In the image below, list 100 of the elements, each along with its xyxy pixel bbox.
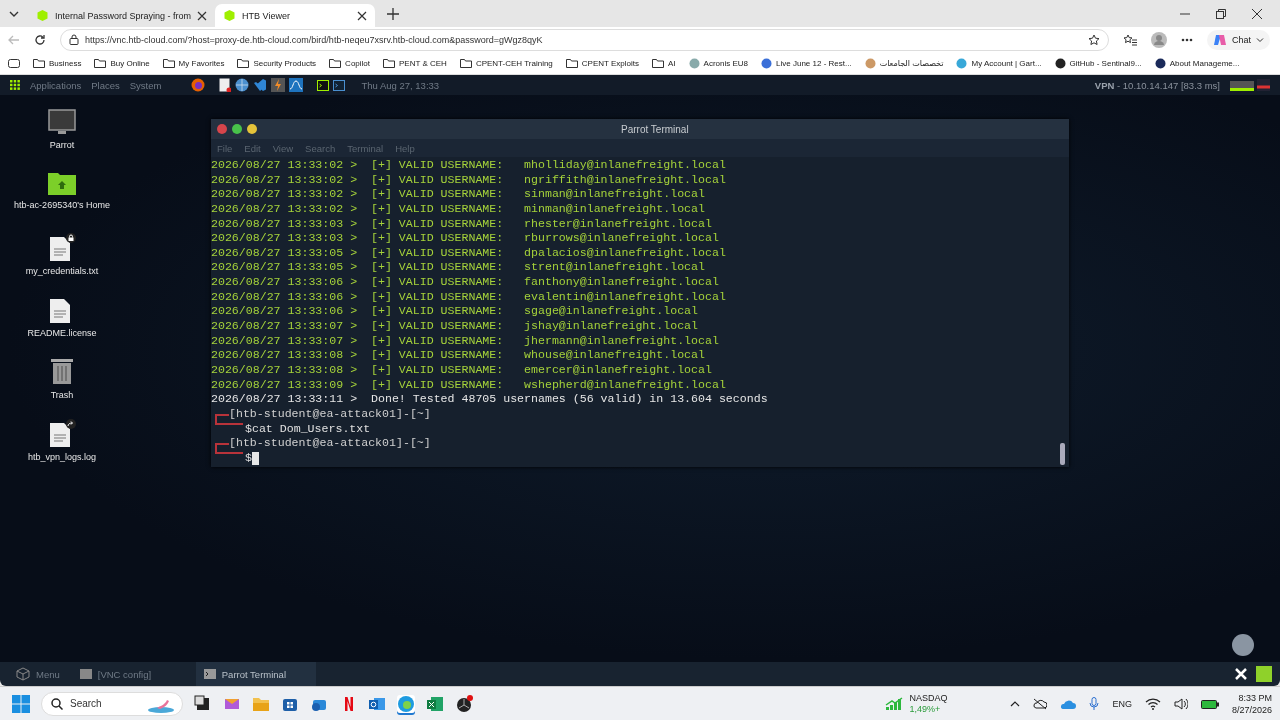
bookmark[interactable]: Security Products xyxy=(237,58,317,68)
terminal-line: 2026/08/27 13:33:08 > [+] VALID USERNAME: whouse@inlanefreight.local xyxy=(211,348,705,363)
panel-clock: Thu Aug 27, 13:33 xyxy=(361,79,440,91)
folder-icon xyxy=(652,58,664,68)
terminal-line: 2026/08/27 13:33:02 > [+] VALID USERNAME: ngriffith@inlanefreight.local xyxy=(211,172,726,188)
taskbar-window-button[interactable]: [VNC config] xyxy=(71,662,192,686)
console-icon[interactable] xyxy=(333,79,346,91)
bookmark[interactable]: Buy Online xyxy=(94,58,150,68)
desktop-icon-label[interactable]: my_credentials.txt xyxy=(25,265,99,277)
home-folder-icon[interactable] xyxy=(48,171,76,195)
monitor-icon[interactable] xyxy=(48,109,76,135)
close-icon[interactable] xyxy=(1252,8,1262,19)
cube-icon xyxy=(223,9,237,22)
cube-icon xyxy=(16,667,30,681)
desktop-icon-label[interactable]: Trash xyxy=(50,389,74,401)
terminal-line: 2026/08/27 13:33:07 > [+] VALID USERNAME: jshay@inlanefreight.local xyxy=(211,319,699,334)
bookmark-icon xyxy=(761,57,773,69)
desktop-icon-label[interactable]: htb_vpn_logs.log xyxy=(27,451,97,463)
scrollbar-thumb[interactable] xyxy=(1060,443,1065,465)
minimize-button[interactable] xyxy=(247,124,257,134)
speaker-icon[interactable] xyxy=(1173,697,1188,710)
favorites-icon[interactable] xyxy=(1123,33,1137,46)
linked-file-icon[interactable] xyxy=(48,419,76,447)
browser-tab[interactable]: Internal Password Spraying - from xyxy=(28,4,216,27)
windows-start-icon[interactable] xyxy=(12,694,30,713)
panel-menu-button[interactable]: Menu xyxy=(8,662,68,686)
app-grid-icon[interactable] xyxy=(10,80,20,90)
bookmark[interactable]: Copilot xyxy=(329,58,370,68)
address-field[interactable]: https://vnc.htb-cloud.com/?host=proxy-de.htb-cloud.com/bird/htb-neqeu7xsrv.htb-cloud.com&password=gWgz8qyK xyxy=(60,28,1109,51)
terminal-line: 2026/08/27 13:33:02 > [+] VALID USERNAME: minman@inlanefreight.local xyxy=(211,201,705,217)
panel-toggle-button[interactable] xyxy=(1256,666,1272,682)
trash-icon[interactable] xyxy=(50,357,74,385)
code-editor-icon[interactable] xyxy=(253,78,268,92)
terminal-line: 2026/08/27 13:33:06 > [+] VALID USERNAME: evalentin@inlanefreight.local xyxy=(211,289,726,305)
avatar-icon[interactable] xyxy=(1151,31,1167,48)
bookmark[interactable]: My Favorites xyxy=(162,58,225,68)
folder-icon xyxy=(237,58,250,68)
folder-icon xyxy=(94,58,107,68)
terminal-command: $cat Dom_Users.txt xyxy=(245,421,371,437)
folder-icon xyxy=(459,58,472,68)
bookmark[interactable]: About Manageme... xyxy=(1154,57,1240,69)
more-icon[interactable] xyxy=(1181,37,1193,42)
close-icon[interactable] xyxy=(357,10,368,21)
close-icon[interactable] xyxy=(197,10,208,21)
desktop-icon-label[interactable]: htb-ac-2695340's Home xyxy=(14,199,110,211)
close-button[interactable] xyxy=(217,124,227,134)
desktop-icon-label[interactable]: Parrot xyxy=(49,139,75,151)
taskbar-clock[interactable]: 8:33 PM 8/27/2026 xyxy=(1231,691,1272,716)
bookmark[interactable]: GitHub - Sentinal9... xyxy=(1054,57,1142,69)
bookmark[interactable]: CPENT Exploits xyxy=(565,58,639,68)
maximize-button[interactable] xyxy=(232,124,242,134)
task-view-icon[interactable] xyxy=(194,694,212,713)
reload-icon[interactable] xyxy=(34,33,46,46)
cloud-icon[interactable] xyxy=(1060,698,1077,709)
battery-icon[interactable] xyxy=(1200,698,1219,709)
folder-icon xyxy=(329,58,342,68)
collections-icon[interactable] xyxy=(8,58,20,68)
bookmark-icon xyxy=(688,57,700,69)
cloud-off-icon[interactable] xyxy=(1033,697,1048,710)
folder-icon xyxy=(162,58,175,68)
taskbar-window-button[interactable]: Parrot Terminal xyxy=(195,662,316,686)
terminal-icon[interactable] xyxy=(317,79,330,91)
trend-up-icon xyxy=(885,696,904,711)
spreadsheet-icon[interactable] xyxy=(426,694,444,713)
browser-icon[interactable] xyxy=(397,694,415,713)
panel-menu[interactable]: Applications xyxy=(30,79,82,91)
wifi-icon[interactable] xyxy=(1144,697,1161,710)
terminal-line: 2026/08/27 13:33:02 > [+] VALID USERNAME: mholliday@inlanefreight.local xyxy=(211,158,726,173)
bookmark[interactable]: CPENT-CEH Training xyxy=(459,58,553,68)
bookmark[interactable]: تخصصات الجامعات xyxy=(864,57,944,69)
search-field[interactable]: Search xyxy=(41,691,183,716)
restore-icon[interactable] xyxy=(1216,8,1226,19)
notification-app-icon[interactable] xyxy=(455,694,473,713)
chevron-up-icon[interactable] xyxy=(1010,700,1021,707)
star-icon[interactable] xyxy=(1088,33,1100,46)
plus-icon[interactable] xyxy=(387,7,400,20)
bookmark[interactable]: PENT & CEH xyxy=(383,58,447,68)
chat-button[interactable]: Chat xyxy=(1207,29,1270,50)
microphone-icon[interactable] xyxy=(1089,696,1100,711)
browser-tab[interactable]: HTB Viewer xyxy=(215,4,376,27)
language-indicator[interactable]: ENG xyxy=(1112,698,1132,709)
terminal-line: 2026/08/27 13:33:06 > [+] VALID USERNAME: fanthony@inlanefreight.local xyxy=(211,275,719,290)
panel-menu[interactable]: Places xyxy=(91,79,120,91)
bookmark[interactable]: Business xyxy=(33,58,82,68)
waveform-icon[interactable] xyxy=(289,78,304,92)
bookmark[interactable]: Live June 12 - Rest... xyxy=(761,57,852,69)
bookmark[interactable]: AI xyxy=(652,58,676,68)
locked-file-icon[interactable] xyxy=(48,233,76,261)
panel-menu[interactable]: System xyxy=(129,79,162,91)
lightning-icon[interactable] xyxy=(271,78,286,92)
desktop-icon-label[interactable]: README.license xyxy=(27,327,97,339)
bookmark[interactable]: My Account | Gart... xyxy=(956,57,1042,69)
bookmark[interactable]: Acronis EU8 xyxy=(688,57,749,69)
cube-icon xyxy=(36,9,49,22)
document-icon[interactable] xyxy=(219,78,232,92)
clipboard-button[interactable] xyxy=(1232,634,1254,656)
terminal-line: 2026/08/27 13:33:11 > Done! Tested 48705 usernames (56 valid) in 13.604 seconds xyxy=(211,392,768,407)
globe-icon[interactable] xyxy=(235,78,250,92)
terminal-line: 2026/08/27 13:33:09 > [+] VALID USERNAME: wshepherd@inlanefreight.local xyxy=(211,377,726,393)
stock-widget[interactable]: NASDAQ 1,49%+ xyxy=(885,692,948,715)
